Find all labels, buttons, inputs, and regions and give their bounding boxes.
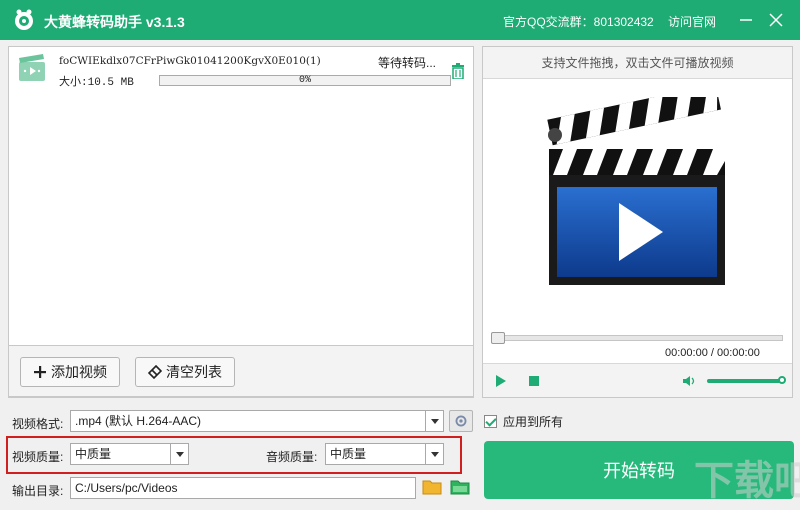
apply-to-all-checkbox[interactable]: 应用到所有	[484, 413, 563, 430]
file-size: 大小:10.5 MB	[59, 77, 134, 89]
output-directory-field[interactable]: C:/Users/pc/Videos	[70, 477, 416, 499]
file-list-item[interactable]: foCWIEkdlx07CFrPiwGk01041200KgvX0E010(1)…	[9, 47, 473, 93]
file-list-toolbar: 添加视频 清空列表	[8, 345, 474, 397]
eraser-icon	[148, 365, 162, 379]
browse-folder-icon[interactable]	[422, 478, 442, 496]
plus-icon	[34, 366, 46, 378]
chevron-down-icon	[170, 444, 188, 464]
visit-website-link[interactable]: 访问官网	[668, 13, 716, 30]
preview-hint: 支持文件拖拽，双击文件可播放视频	[483, 47, 792, 79]
qq-group-text: 官方QQ交流群：801302432	[503, 15, 654, 29]
video-quality-select[interactable]: 中质量	[70, 443, 189, 465]
audio-quality-label: 音频质量:	[266, 450, 318, 464]
video-quality-value: 中质量	[75, 447, 112, 461]
stop-icon[interactable]	[529, 376, 539, 386]
file-status: 等待转码...	[378, 56, 437, 70]
app-title: 大黄蜂转码助手 v3.1.3	[44, 14, 185, 30]
player-controls	[483, 363, 792, 397]
video-quality-label: 视频质量:	[12, 450, 64, 464]
trash-icon[interactable]	[451, 63, 465, 79]
volume-slider[interactable]	[707, 379, 783, 383]
file-progress-text: 0%	[298, 75, 311, 86]
minimize-button[interactable]	[734, 8, 758, 32]
play-icon[interactable]	[495, 374, 507, 388]
chevron-down-icon	[425, 444, 443, 464]
add-video-label: 添加视频	[51, 364, 107, 380]
volume-thumb[interactable]	[778, 376, 786, 384]
checkbox-checked[interactable]	[484, 415, 497, 428]
format-settings-button[interactable]	[449, 410, 473, 432]
clear-list-button[interactable]: 清空列表	[135, 357, 235, 387]
video-format-label: 视频格式:	[12, 417, 64, 431]
seek-thumb[interactable]	[491, 332, 505, 344]
clear-list-label: 清空列表	[166, 364, 222, 380]
volume-icon[interactable]	[682, 374, 696, 388]
app-logo-icon	[15, 9, 33, 30]
start-convert-button[interactable]: 开始转码	[484, 441, 794, 499]
video-file-icon	[19, 54, 45, 81]
chevron-down-icon	[425, 411, 443, 431]
add-video-button[interactable]: 添加视频	[20, 357, 120, 387]
preview-panel: 支持文件拖拽，双击文件可播放视频 00:00:00 / 00:00:00	[482, 46, 793, 398]
audio-quality-value: 中质量	[330, 447, 367, 461]
video-format-value: .mp4 (默认 H.264-AAC)	[75, 414, 202, 428]
file-progress-bar: 0%	[159, 75, 451, 86]
clapperboard-icon	[547, 97, 725, 285]
output-directory-value: C:/Users/pc/Videos	[75, 481, 178, 495]
start-convert-label: 开始转码	[603, 461, 675, 481]
video-format-select[interactable]: .mp4 (默认 H.264-AAC)	[70, 410, 444, 432]
title-bar: 大黄蜂转码助手 v3.1.3 官方QQ交流群：801302432 访问官网	[0, 0, 800, 40]
audio-quality-select[interactable]: 中质量	[325, 443, 444, 465]
seek-bar[interactable]	[493, 335, 783, 341]
output-directory-label: 输出目录:	[12, 484, 64, 498]
playback-time: 00:00:00 / 00:00:00	[665, 347, 760, 359]
close-button[interactable]	[764, 8, 788, 32]
file-name: foCWIEkdlx07CFrPiwGk01041200KgvX0E010(1)	[59, 55, 321, 67]
apply-to-all-label: 应用到所有	[503, 415, 564, 429]
gear-icon	[455, 415, 467, 427]
open-folder-icon[interactable]	[450, 478, 470, 496]
